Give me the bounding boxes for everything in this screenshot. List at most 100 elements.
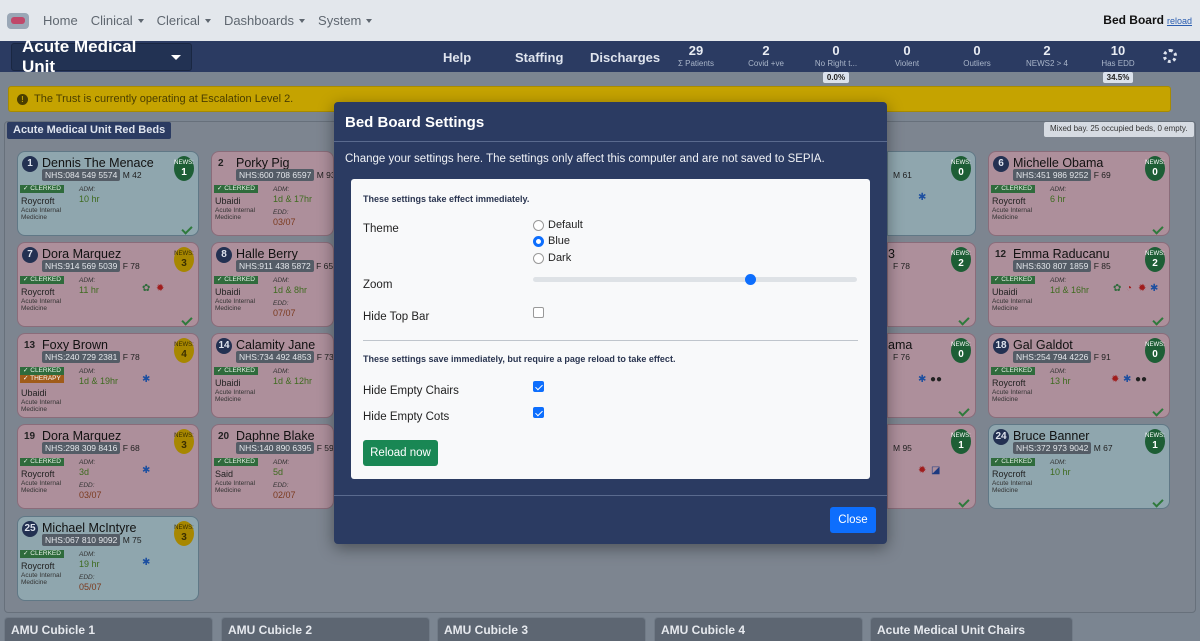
stat-has-edd[interactable]: 10 Has EDD 34.5% xyxy=(1080,44,1156,83)
nav-clerical-label: Clerical xyxy=(156,13,200,28)
bed-number: 12 xyxy=(995,249,1007,260)
adm-label: ADM: xyxy=(1050,368,1067,375)
bed-card[interactable]: 8 Halle Berry NHS:911 438 5872 F 65 ✓ CL… xyxy=(211,242,334,327)
admission-duration: ADM: 1d & 17hr xyxy=(273,186,312,204)
bed-card[interactable]: 24 Bruce Banner NHS:372 973 9042 M 67 NE… xyxy=(988,424,1170,509)
bed-card[interactable]: 2 Porky Pig NHS:600 708 6597 M 93 ✓ CLER… xyxy=(211,151,334,236)
reload-link[interactable]: reload xyxy=(1167,16,1192,26)
stat-no-right[interactable]: 0 No Right t... 0.0% xyxy=(798,44,874,83)
help-link[interactable]: Help xyxy=(443,50,471,65)
discharges-link[interactable]: Discharges xyxy=(590,50,660,65)
tab-amu-cubicle-4[interactable]: AMU Cubicle 4 xyxy=(654,617,863,641)
patient-ids: M 61 xyxy=(893,170,912,180)
patient-name: Daphne Blake xyxy=(236,429,315,443)
theme-option-default[interactable]: Default xyxy=(533,219,583,231)
bed-number: 24 xyxy=(993,429,1009,445)
bed-card[interactable]: 25 Michael McIntyre NHS:067 810 9092 M 7… xyxy=(17,516,199,601)
news-badge: NEWS: 1 xyxy=(951,429,971,454)
radio-default[interactable] xyxy=(533,219,544,231)
news-score: 2 xyxy=(958,258,964,269)
adm-label: ADM: xyxy=(79,277,96,284)
nhs-number: NHS:451 986 9252 xyxy=(1013,169,1092,181)
reload-now-button[interactable]: Reload now xyxy=(363,440,438,466)
news-badge: NEWS: 2 xyxy=(1145,247,1165,272)
patient-ids: NHS:630 807 1859 F 85 xyxy=(1013,260,1111,272)
nav-home[interactable]: Home xyxy=(43,13,78,28)
bed-number: 19 xyxy=(24,431,36,442)
news-badge: NEWS: 1 xyxy=(1145,429,1165,454)
arrow-icon: ◪ xyxy=(931,465,941,476)
top-nav: Home Clinical Clerical Dashboards System… xyxy=(0,0,1200,41)
bed-number: 25 xyxy=(22,521,38,537)
stat-violent[interactable]: 0 Violent xyxy=(869,44,945,69)
close-button[interactable]: Close xyxy=(830,507,876,533)
stat-value: 29 xyxy=(688,43,704,58)
adm-value: 1d & 16hr xyxy=(1050,285,1090,295)
nav-system[interactable]: System xyxy=(318,13,373,28)
sex-age: F 78 xyxy=(122,261,140,271)
walking-icon: ✱ xyxy=(142,374,151,385)
news-badge: NEWS: 3 xyxy=(174,247,194,272)
stat-label: Has EDD xyxy=(1101,59,1135,68)
stat-covid[interactable]: 2 Covid +ve xyxy=(728,44,804,69)
check-icon xyxy=(958,496,970,508)
edd-label: EDD: xyxy=(273,482,289,489)
bed-card[interactable]: M 95 NEWS: 1 ✹ ◪ xyxy=(887,424,976,509)
stat-outliers[interactable]: 0 Outliers xyxy=(939,44,1015,69)
theme-label: Theme xyxy=(363,223,399,235)
bed-card[interactable]: 19 Dora Marquez NHS:298 309 8416 F 68 NE… xyxy=(17,424,199,509)
stat-patients[interactable]: 29 Σ Patients xyxy=(658,44,734,69)
tab-amu-cubicle-3[interactable]: AMU Cubicle 3 xyxy=(437,617,646,641)
bed-card[interactable]: 13 Foxy Brown NHS:240 729 2381 F 78 NEWS… xyxy=(17,333,199,418)
clerked-badge: ✓ CLERKED xyxy=(214,185,258,193)
bed-card[interactable]: 14 Calamity Jane NHS:734 492 4853 F 73 ✓… xyxy=(211,333,334,418)
zoom-slider[interactable] xyxy=(533,274,857,285)
bed-card[interactable]: 1 Dennis The Menace NHS:084 549 5574 M 4… xyxy=(17,151,199,236)
adm-value: 10 hr xyxy=(1050,467,1071,477)
nav-clerical[interactable]: Clerical xyxy=(157,13,211,28)
bed-number: 1 xyxy=(22,156,38,172)
radio-dark[interactable] xyxy=(533,252,544,264)
theme-option-blue[interactable]: Blue xyxy=(533,235,570,247)
patient-ids: F 76 xyxy=(893,352,910,362)
gear-icon[interactable] xyxy=(1163,49,1177,63)
radio-blue[interactable] xyxy=(533,235,544,247)
news-badge: NEWS: 3 xyxy=(174,429,194,454)
hide-empty-chairs-checkbox[interactable] xyxy=(533,381,544,392)
bed-number: 13 xyxy=(24,340,36,351)
staffing-link[interactable]: Staffing xyxy=(515,50,563,65)
adm-value: 1d & 12hr xyxy=(273,376,313,386)
bed-number: 8 xyxy=(216,247,232,263)
zoom-slider-thumb[interactable] xyxy=(745,274,757,285)
bed-card[interactable]: 18 Gal Galdot NHS:254 794 4226 F 91 NEWS… xyxy=(988,333,1170,418)
bed-card[interactable]: M 61 NEWS: 0 ✱ xyxy=(887,151,976,236)
tab-amu-cubicle-1[interactable]: AMU Cubicle 1 xyxy=(4,617,213,641)
bed-card[interactable]: ama F 76 NEWS: 0 ✱ ●● xyxy=(887,333,976,418)
nav-clinical[interactable]: Clinical xyxy=(91,13,144,28)
bed-card[interactable]: 20 Daphne Blake NHS:140 890 6395 F 59 ✓ … xyxy=(211,424,334,509)
nhs-number: NHS:734 492 4853 xyxy=(236,351,315,363)
adm-label: ADM: xyxy=(79,551,96,558)
nav-dashboards[interactable]: Dashboards xyxy=(224,13,306,28)
app-logo[interactable] xyxy=(7,12,29,29)
news-score: 0 xyxy=(1152,349,1158,360)
bed-card[interactable]: 3 F 78 NEWS: 2 xyxy=(887,242,976,327)
hide-top-bar-checkbox[interactable] xyxy=(533,307,544,318)
clerked-badge: ✓ CLERKED xyxy=(991,276,1035,284)
walking-icon: ✱ xyxy=(918,374,927,385)
news-badge: NEWS: 0 xyxy=(951,156,971,181)
tab-amu-cubicle-2[interactable]: AMU Cubicle 2 xyxy=(221,617,430,641)
sex-age: F 69 xyxy=(1093,170,1111,180)
news-score: 0 xyxy=(958,167,964,178)
edd-value: 05/07 xyxy=(79,582,102,592)
stat-news2[interactable]: 2 NEWS2 > 4 xyxy=(1009,44,1085,69)
page-title-area: Bed Board reload xyxy=(1103,13,1192,27)
bed-card[interactable]: 7 Dora Marquez NHS:914 569 5039 F 78 NEW… xyxy=(17,242,199,327)
theme-option-dark[interactable]: Dark xyxy=(533,252,571,264)
bed-card[interactable]: 12 Emma Raducanu NHS:630 807 1859 F 85 N… xyxy=(988,242,1170,327)
hide-empty-cots-checkbox[interactable] xyxy=(533,407,544,418)
bed-card[interactable]: 6 Michelle Obama NHS:451 986 9252 F 69 N… xyxy=(988,151,1170,236)
adm-value: 10 hr xyxy=(79,194,100,204)
tab-amu-chairs[interactable]: Acute Medical Unit Chairs xyxy=(870,617,1073,641)
ward-selector[interactable]: Acute Medical Unit xyxy=(11,37,192,76)
